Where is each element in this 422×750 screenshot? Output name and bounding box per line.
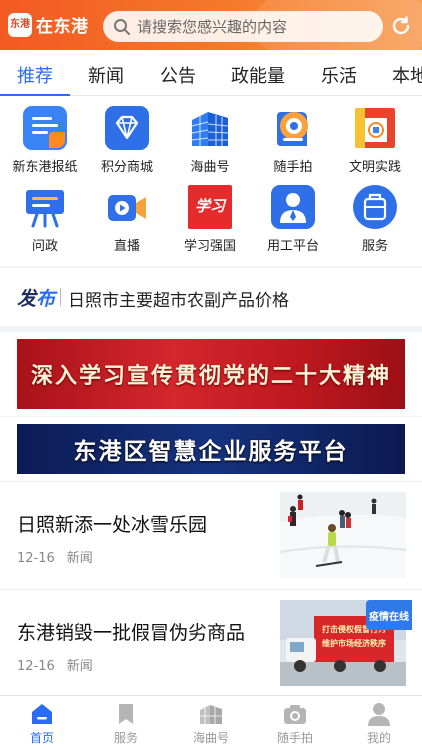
banner-row-2: 东港区智慧企业服务平台 [0,417,422,481]
newspaper-icon [23,106,67,150]
grid-label: 文明实践 [348,160,401,175]
search-placeholder: 请搜索您感兴趣的内容 [137,18,288,36]
app-name: 在东港 [36,17,89,37]
grid-item-snapshot[interactable]: 随手拍 [251,106,335,175]
tab-announcements[interactable]: 公告 [160,62,196,88]
news-meta: 12-16 新闻 [17,655,105,674]
grid-label: 随手拍 [273,160,313,175]
building-icon [188,106,232,150]
bottom-navigation: 首页 服务 海曲号 随手拍 我的 [0,695,422,750]
nav-label: 随手拍 [276,731,313,745]
epidemic-online-badge[interactable]: 疫情在线 [366,600,412,630]
grid-item-newspaper[interactable]: 新东港报纸 [3,106,87,175]
banner-row-1: 深入学习宣传贯彻党的二十大精神 [0,332,422,416]
briefcase-icon [353,185,397,229]
news-meta: 12-16 新闻 [17,547,105,566]
news-title: 东港销毁一批假冒伪劣商品 [17,622,246,644]
grid-label: 学习强国 [183,239,236,254]
grid-item-employment[interactable]: 用工平台 [251,185,335,254]
category-tabs: 推荐 新闻 公告 政能量 乐活 本地 [0,50,422,96]
user-icon [368,703,390,726]
nav-label: 海曲号 [192,731,229,745]
announcement-bar[interactable]: 发布 日照市主要超市农副产品价格 [0,268,422,326]
grid-item-live[interactable]: 直播 [85,185,169,254]
grid-item-points-mall[interactable]: 积分商城 [85,106,169,175]
grid-item-xuexi[interactable]: 学习 学习强国 [168,185,252,254]
nav-label: 首页 [29,731,54,745]
tab-news[interactable]: 新闻 [88,62,124,88]
search-bar[interactable]: 请搜索您感兴趣的内容 [103,11,383,42]
nav-profile[interactable]: 我的 [344,702,414,746]
grid-item-inquiry[interactable]: 问政 [3,185,87,254]
news-thumbnail-snow-park [280,492,406,578]
grid-item-service[interactable]: 服务 [333,185,417,254]
divider [60,288,61,306]
refresh-icon[interactable] [389,14,413,38]
nav-haiqu[interactable]: 海曲号 [176,702,246,746]
banner-party-congress[interactable]: 深入学习宣传贯彻党的二十大精神 [17,339,405,409]
news-category: 新闻 [66,659,93,674]
release-tag-a: 发 [17,288,37,310]
app-header: 东港 在东港 请搜索您感兴趣的内容 [0,0,422,50]
grid-label: 直播 [113,239,140,254]
truck-slogan-2: 维护市场经济秩序 [322,639,386,648]
xuexi-logo-text: 学习 [194,197,225,215]
tab-local[interactable]: 本地 [392,62,422,88]
search-icon [114,18,130,35]
news-title: 日照新添一处冰雪乐园 [17,514,208,536]
home-icon [32,704,52,724]
building-icon [200,705,222,724]
video-icon [105,185,149,229]
announcement-text: 日照市主要超市农副产品价格 [68,291,289,311]
grid-item-civilization[interactable]: 文明实践 [333,106,417,175]
release-tag: 发布 [17,284,55,311]
tab-positive-energy[interactable]: 政能量 [231,62,285,88]
news-date: 12-16 [17,659,55,674]
nav-label: 服务 [113,731,138,745]
news-item[interactable]: 日照新添一处冰雪乐园 12-16 新闻 [0,481,422,589]
grid-label: 问政 [31,239,58,254]
banner-enterprise-platform[interactable]: 东港区智慧企业服务平台 [17,424,405,474]
bookmark-icon [119,704,133,724]
news-category: 新闻 [66,551,93,566]
grid-label: 服务 [361,239,388,254]
app-logo: 东港 在东港 [8,12,89,37]
grid-label: 积分商城 [100,160,153,175]
news-date: 12-16 [17,551,55,566]
grid-item-haiqu[interactable]: 海曲号 [168,106,252,175]
grid-label: 用工平台 [266,239,319,254]
grid-label: 海曲号 [190,160,230,175]
nav-home[interactable]: 首页 [7,702,77,746]
news-item[interactable]: 东港销毁一批假冒伪劣商品 12-16 新闻 打击侵权假冒行为 维护市场经济秩序 疫… [0,589,422,695]
nav-snapshot[interactable]: 随手拍 [260,702,330,746]
xuexi-icon: 学习 [188,185,232,229]
tab-recommend[interactable]: 推荐 [17,62,53,88]
nav-service[interactable]: 服务 [91,702,161,746]
camera-icon [271,106,315,150]
civilization-icon [353,106,397,150]
nav-label: 我的 [366,731,391,745]
service-grid: 新东港报纸 积分商城 海曲号 随手拍 文明实践 问政 直播 学习 学习强国 用工… [0,96,422,266]
tab-lifestyle[interactable]: 乐活 [321,62,357,88]
worker-icon [271,185,315,229]
camera-icon [284,705,306,724]
diamond-icon [105,106,149,150]
logo-badge: 东港 [8,12,32,37]
podium-icon [23,185,67,229]
grid-label: 新东港报纸 [12,160,78,175]
release-tag-b: 布 [36,288,56,310]
